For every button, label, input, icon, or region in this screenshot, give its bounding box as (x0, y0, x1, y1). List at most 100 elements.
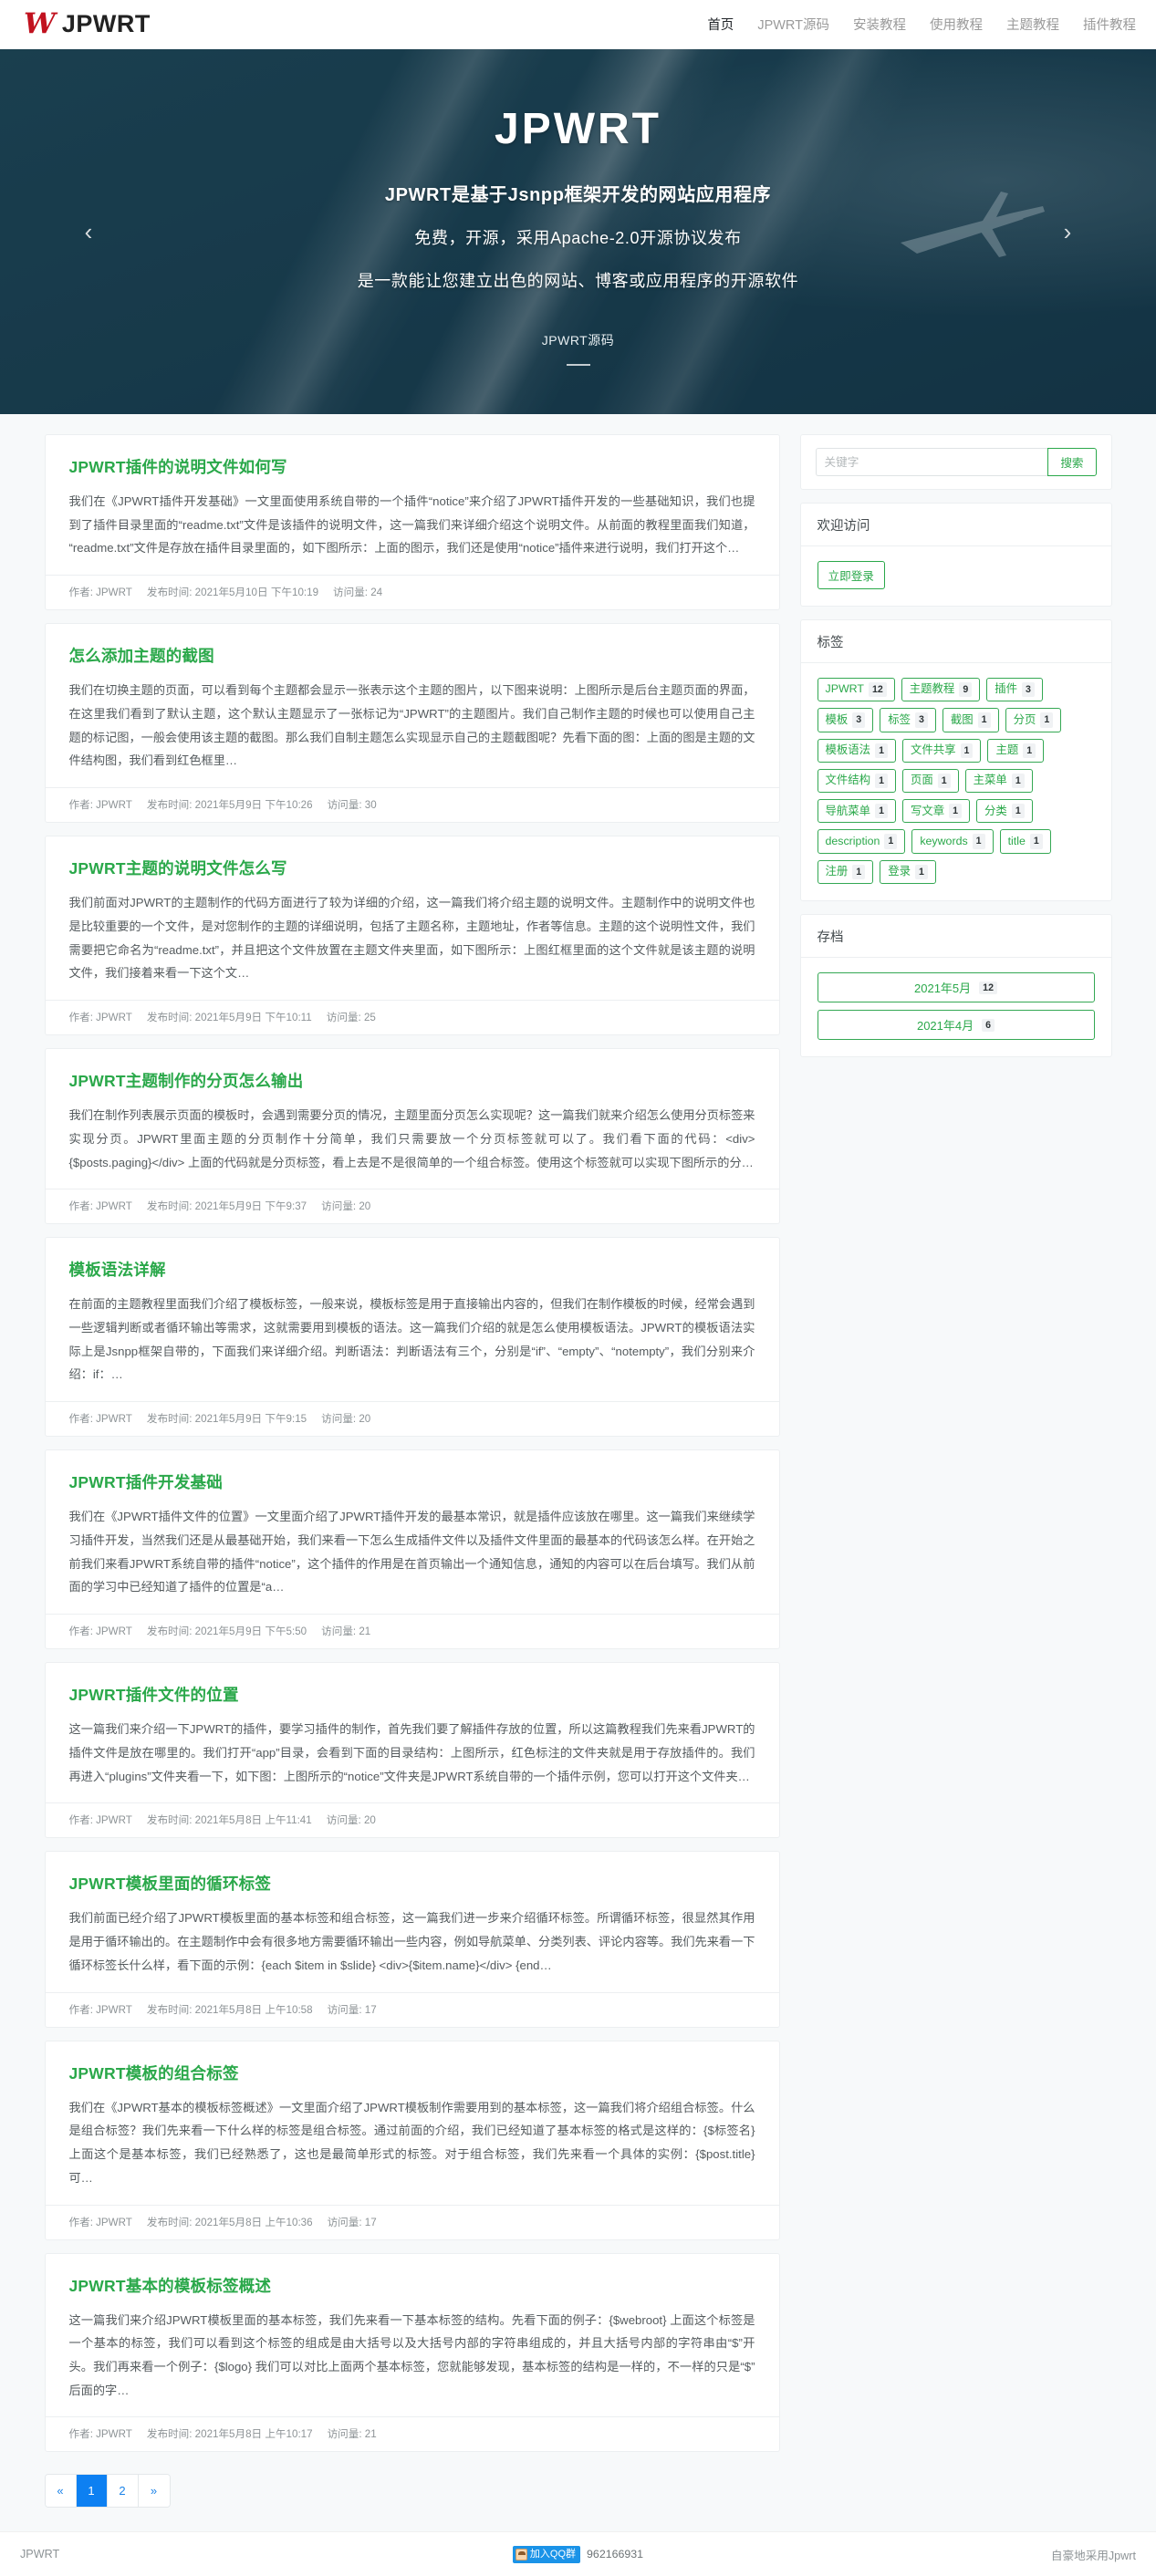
carousel-next-icon[interactable]: › (1052, 216, 1083, 247)
tag-item[interactable]: 文件结构 1 (817, 768, 896, 794)
tag-item[interactable]: title 1 (999, 829, 1051, 854)
tag-count: 1 (884, 834, 898, 849)
post-meta: 作者: JPWRT 发布时间: 2021年5月9日 下午9:15 访问量: 20 (45, 1401, 779, 1436)
tag-label: 文件结构 (825, 774, 871, 787)
archive-list: 2021年5月 12 2021年4月 6 (817, 972, 1095, 1041)
post-views: 访问量: 30 (327, 799, 377, 812)
archive-item[interactable]: 2021年5月 12 (817, 972, 1095, 1003)
pagination-page-1[interactable]: 1 (76, 2475, 108, 2508)
tag-count: 1 (977, 712, 991, 728)
tag-item[interactable]: 写文章 1 (901, 799, 971, 824)
tag-count: 1 (949, 804, 963, 819)
post-card: JPWRT模板里面的循环标签 我们前面已经介绍了JPWRT模板里面的基本标签和组… (44, 1851, 780, 2028)
tag-item[interactable]: 插件 3 (986, 678, 1043, 702)
post-author: 作者: JPWRT (68, 799, 132, 812)
site-logo[interactable]: W JPWRT (24, 10, 151, 38)
tag-item[interactable]: 注册 1 (817, 859, 874, 885)
post-title-link[interactable]: JPWRT模板的组合标签 (69, 2062, 755, 2084)
tag-item[interactable]: 主菜单 1 (964, 768, 1033, 794)
post-body: JPWRT插件文件的位置 这一篇我们来介绍一下JPWRT的插件，要学习插件的制作… (46, 1663, 779, 1802)
welcome-widget: 欢迎访问 立即登录 (799, 503, 1112, 607)
tag-item[interactable]: 文件共享 1 (901, 738, 982, 763)
post-excerpt: 我们在切换主题的页面，可以看到每个主题都会显示一张表示这个主题的图片，以下图来说… (68, 683, 755, 768)
tag-item[interactable]: description 1 (817, 829, 906, 854)
tag-item[interactable]: 分页 1 (1005, 708, 1062, 732)
pagination-first[interactable]: « (45, 2475, 77, 2508)
post-title-link[interactable]: JPWRT基本的模板标签概述 (69, 2274, 755, 2297)
post-views: 访问量: 25 (326, 1012, 376, 1024)
post-title-link[interactable]: JPWRT插件的说明文件如何写 (69, 455, 755, 478)
post-views: 访问量: 21 (327, 2428, 377, 2441)
post-date: 发布时间: 2021年5月8日 上午10:58 (146, 2003, 313, 2016)
post-author: 作者: JPWRT (68, 1200, 132, 1213)
tag-item[interactable]: 主题 1 (987, 738, 1045, 763)
tag-label: 截图 (950, 712, 974, 726)
tag-label: 模板 (825, 712, 849, 726)
logo-text: JPWRT (61, 10, 151, 37)
post-body: 模板语法详解 在前面的主题教程里面我们介绍了模板标签，一般来说，模板标签是用于直… (46, 1238, 779, 1401)
welcome-widget-body: 立即登录 (801, 546, 1111, 606)
tag-item[interactable]: 主题教程 9 (901, 678, 981, 702)
tag-count: 1 (914, 864, 928, 880)
post-card: JPWRT主题的说明文件怎么写 我们前面对JPWRT的主题制作的代码方面进行了较… (44, 836, 780, 1036)
search-button[interactable]: 搜索 (1047, 448, 1097, 476)
post-body: JPWRT插件开发基础 我们在《JPWRT插件文件的位置》一文里面介绍了JPWR… (46, 1450, 779, 1614)
carousel-prev-icon[interactable]: ‹ (73, 216, 104, 247)
qq-penguin-icon (515, 2548, 527, 2560)
tag-item[interactable]: JPWRT 12 (817, 678, 895, 702)
hero-line-license: 免费，开源，采用Apache-2.0开源协议发布 (414, 228, 742, 247)
nav-item-source[interactable]: JPWRT源码 (757, 15, 829, 34)
post-excerpt: 我们在《JPWRT插件文件的位置》一文里面介绍了JPWRT插件开发的最基本常识，… (68, 1510, 755, 1594)
hero-title: JPWRT (495, 104, 661, 153)
tag-label: 导航菜单 (825, 804, 871, 817)
post-excerpt: 我们前面对JPWRT的主题制作的代码方面进行了较为详细的介绍，这一篇我们将介绍主… (68, 896, 755, 981)
search-widget-body: 搜索 (801, 435, 1111, 489)
tag-count: 3 (852, 712, 866, 728)
post-author: 作者: JPWRT (68, 2003, 132, 2016)
tag-item[interactable]: keywords 1 (911, 829, 994, 854)
tag-item[interactable]: 模板 3 (817, 708, 874, 732)
post-meta: 作者: JPWRT 发布时间: 2021年5月9日 下午10:26 访问量: 3… (45, 787, 779, 822)
post-meta: 作者: JPWRT 发布时间: 2021年5月10日 下午10:19 访问量: … (45, 575, 779, 609)
pagination-page-2[interactable]: 2 (107, 2475, 139, 2508)
tag-item[interactable]: 标签 3 (880, 708, 936, 732)
tag-label: 主菜单 (973, 774, 1007, 787)
tag-item[interactable]: 分类 1 (976, 799, 1033, 824)
post-title-link[interactable]: JPWRT模板里面的循环标签 (69, 1872, 755, 1895)
post-meta: 作者: JPWRT 发布时间: 2021年5月8日 上午10:17 访问量: 2… (45, 2416, 779, 2451)
welcome-widget-title: 欢迎访问 (800, 504, 1111, 546)
nav-item-theme-tutorial[interactable]: 主题教程 (1006, 15, 1059, 34)
tag-item[interactable]: 登录 1 (880, 859, 936, 885)
qq-group-button[interactable]: 加入QQ群 (512, 2546, 581, 2563)
nav-item-home[interactable]: 首页 (707, 15, 734, 34)
archive-widget-title: 存档 (800, 915, 1111, 959)
pagination: « 1 2 » (44, 2474, 171, 2508)
top-navbar: W JPWRT 首页 JPWRT源码 安装教程 使用教程 主题教程 插件教程 (0, 0, 1156, 49)
post-excerpt: 我们在制作列表展示页面的模板时，会遇到需要分页的情况，主题里面分页怎么实现呢？这… (68, 1108, 755, 1169)
pagination-last[interactable]: » (138, 2475, 170, 2508)
post-title-link[interactable]: JPWRT插件开发基础 (69, 1470, 755, 1493)
tag-label: 写文章 (910, 804, 945, 817)
qq-group-label: 加入QQ群 (529, 2549, 577, 2560)
post-card: JPWRT模板的组合标签 我们在《JPWRT基本的模板标签概述》一文里面介绍了J… (44, 2040, 780, 2240)
post-date: 发布时间: 2021年5月9日 下午9:37 (146, 1200, 307, 1213)
tag-item[interactable]: 页面 1 (901, 768, 959, 794)
tag-label: JPWRT (825, 682, 864, 696)
nav-item-install-tutorial[interactable]: 安装教程 (853, 15, 906, 34)
post-title-link[interactable]: 怎么添加主题的截图 (69, 644, 755, 667)
tag-item[interactable]: 导航菜单 1 (817, 799, 896, 824)
post-title-link[interactable]: 模板语法详解 (69, 1258, 755, 1281)
post-title-link[interactable]: JPWRT插件文件的位置 (69, 1683, 755, 1706)
post-title-link[interactable]: JPWRT主题的说明文件怎么写 (69, 857, 755, 879)
post-title-link[interactable]: JPWRT主题制作的分页怎么输出 (69, 1069, 755, 1092)
post-meta: 作者: JPWRT 发布时间: 2021年5月8日 上午10:36 访问量: 1… (45, 2204, 779, 2239)
tag-label: keywords (920, 834, 968, 847)
tag-item[interactable]: 截图 1 (942, 708, 999, 732)
nav-item-usage-tutorial[interactable]: 使用教程 (930, 15, 983, 34)
login-button[interactable]: 立即登录 (817, 561, 885, 589)
tag-item[interactable]: 模板语法 1 (817, 738, 896, 763)
archive-item[interactable]: 2021年4月 6 (817, 1010, 1095, 1041)
nav-item-plugin-tutorial[interactable]: 插件教程 (1083, 15, 1136, 34)
footer-center: 加入QQ群 962166931 (389, 2546, 768, 2563)
search-input[interactable] (815, 448, 1048, 476)
